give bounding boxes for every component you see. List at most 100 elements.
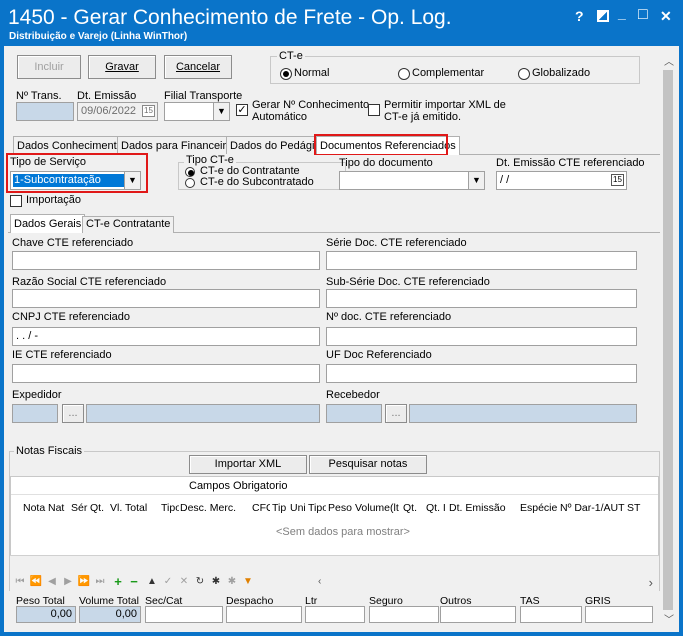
col-qt3[interactable]: Qt. I — [426, 502, 446, 514]
grid-hscrollbar[interactable]: ‹ › — [316, 574, 659, 591]
gris-field[interactable] — [585, 606, 653, 623]
nav-bookmark-icon[interactable]: ✱ — [224, 574, 240, 590]
cte-globalizado-radio[interactable] — [518, 68, 530, 80]
cte-subcontratado-radio[interactable] — [185, 178, 195, 188]
col-st[interactable]: ST — [627, 502, 640, 514]
ltr-field[interactable] — [305, 606, 365, 623]
title-bar[interactable]: 1450 - Gerar Conhecimento de Frete - Op.… — [0, 0, 683, 46]
grid-footer-row — [10, 555, 659, 572]
recebedor-name-field[interactable] — [409, 404, 637, 423]
pesquisar-notas-button[interactable]: Pesquisar notas — [309, 455, 427, 474]
expedidor-lookup-button[interactable]: ... — [62, 404, 84, 423]
nav-remove-icon[interactable]: − — [126, 574, 142, 590]
seguro-field[interactable] — [369, 606, 439, 623]
chevron-right-icon[interactable]: › — [649, 575, 653, 590]
cte-normal-radio[interactable] — [280, 68, 292, 80]
tab-dados-pedagio[interactable]: Dados do Pedágio — [226, 136, 325, 156]
restore-button[interactable]: □ — [638, 6, 648, 24]
chave-field[interactable] — [12, 251, 320, 270]
subserie-field[interactable] — [326, 289, 637, 308]
uf-label: UF Doc Referenciado — [326, 349, 432, 361]
nav-post-icon[interactable]: ✓ — [160, 574, 176, 590]
chevron-down-icon[interactable]: ﹀ — [664, 611, 674, 626]
scrollbar-thumb[interactable] — [663, 70, 673, 610]
col-ser[interactable]: Sér — [71, 502, 87, 514]
nav-filter-icon[interactable]: ✱ — [208, 574, 224, 590]
ie-field[interactable] — [12, 364, 320, 383]
col-peso[interactable]: Peso — [328, 502, 352, 514]
minimize-button[interactable]: _ — [618, 5, 626, 21]
col-nat[interactable]: Nat — [48, 502, 64, 514]
vertical-scrollbar[interactable]: ︿ ﹀ — [661, 50, 675, 628]
help-icon[interactable]: ? — [575, 8, 584, 24]
subtab-dados-gerais[interactable]: Dados Gerais — [10, 214, 86, 233]
outros-field[interactable] — [440, 606, 516, 623]
serie-field[interactable] — [326, 251, 637, 270]
nav-funnel-icon[interactable]: ▼ — [240, 574, 256, 590]
ndoc-field[interactable] — [326, 327, 637, 346]
chevron-down-icon[interactable]: ▼ — [468, 172, 484, 189]
cte-complementar-radio[interactable] — [398, 68, 410, 80]
nav-prev-page-icon[interactable]: ⏪ — [28, 574, 44, 590]
nav-next-icon[interactable]: ▶ — [60, 574, 76, 590]
nav-next-page-icon[interactable]: ⏩ — [76, 574, 92, 590]
col-vl-total[interactable]: Vl. Total — [110, 502, 147, 514]
col-dar[interactable]: Nº Dar-1/AUT — [560, 502, 625, 514]
chevron-up-icon[interactable]: ︿ — [664, 53, 674, 68]
n-trans-field[interactable] — [16, 102, 74, 121]
calendar-icon[interactable]: 15 — [611, 174, 624, 186]
layout-icon[interactable] — [597, 10, 609, 22]
nav-first-icon[interactable]: ⏮ — [12, 574, 28, 590]
chevron-left-icon[interactable]: ‹ — [318, 576, 321, 587]
nav-add-icon[interactable]: + — [110, 574, 126, 590]
importacao-checkbox[interactable] — [10, 195, 22, 207]
peso-total-field[interactable]: 0,00 — [16, 606, 76, 623]
col-tip[interactable]: Tip — [272, 502, 286, 514]
recebedor-code-field[interactable] — [326, 404, 382, 423]
expedidor-code-field[interactable] — [12, 404, 58, 423]
recebedor-lookup-button[interactable]: ... — [385, 404, 407, 423]
permitir-checkbox[interactable] — [368, 104, 380, 116]
col-uni[interactable]: Uni — [290, 502, 306, 514]
seccat-field[interactable] — [145, 606, 223, 623]
cnpj-field[interactable]: . . / - — [12, 327, 320, 346]
cte-contratante-radio[interactable] — [185, 167, 195, 177]
cte-label: CT-e — [277, 50, 305, 62]
tipo-documento-select[interactable]: ▼ — [339, 171, 485, 190]
dt-emissao-ref-field[interactable]: / / 15 — [496, 171, 627, 190]
gravar-button[interactable]: Gravar — [88, 55, 156, 79]
nav-up-icon[interactable]: ▲ — [144, 574, 160, 590]
col-volume[interactable]: Volume(lt — [355, 502, 401, 514]
col-qt[interactable]: Qt. — [90, 502, 104, 514]
incluir-button[interactable]: Incluir — [17, 55, 81, 79]
calendar-icon[interactable]: 15 — [142, 105, 155, 117]
despacho-field[interactable] — [226, 606, 302, 623]
tas-field[interactable] — [520, 606, 582, 623]
razao-field[interactable] — [12, 289, 320, 308]
col-tipo2[interactable]: Tipo — [308, 502, 326, 514]
filial-select[interactable]: ▼ — [164, 102, 230, 121]
col-cfo[interactable]: CFO — [252, 502, 270, 514]
col-tipo[interactable]: Tipo — [161, 502, 179, 514]
expedidor-name-field[interactable] — [86, 404, 320, 423]
nav-cancel-icon[interactable]: ✕ — [176, 574, 192, 590]
chevron-down-icon[interactable]: ▼ — [213, 103, 229, 120]
nav-prev-icon[interactable]: ◀ — [44, 574, 60, 590]
nav-last-icon[interactable]: ⏭ — [92, 574, 108, 590]
nav-refresh-icon[interactable]: ↻ — [192, 574, 208, 590]
dt-emissao-ref-label: Dt. Emissão CTE referenciado — [496, 157, 645, 169]
importar-xml-button[interactable]: Importar XML — [189, 455, 307, 474]
expedidor-label: Expedidor — [12, 389, 62, 401]
col-desc-merc[interactable]: Desc. Merc. — [180, 502, 236, 514]
col-especie[interactable]: Espécie — [520, 502, 557, 514]
col-qt2[interactable]: Qt. — [403, 502, 417, 514]
col-nota[interactable]: Nota — [23, 502, 45, 514]
subtab-cte-contratante[interactable]: CT-e Contratante — [82, 216, 175, 233]
uf-field[interactable] — [326, 364, 637, 383]
col-dt-emissao[interactable]: Dt. Emissão — [449, 502, 506, 514]
cancelar-button[interactable]: Cancelar — [164, 55, 232, 79]
close-button[interactable]: ✕ — [660, 8, 672, 25]
volume-total-field[interactable]: 0,00 — [79, 606, 141, 623]
gerar-checkbox[interactable]: ✓ — [236, 104, 248, 116]
dt-emissao-field[interactable]: 09/06/2022 15 — [77, 102, 158, 121]
